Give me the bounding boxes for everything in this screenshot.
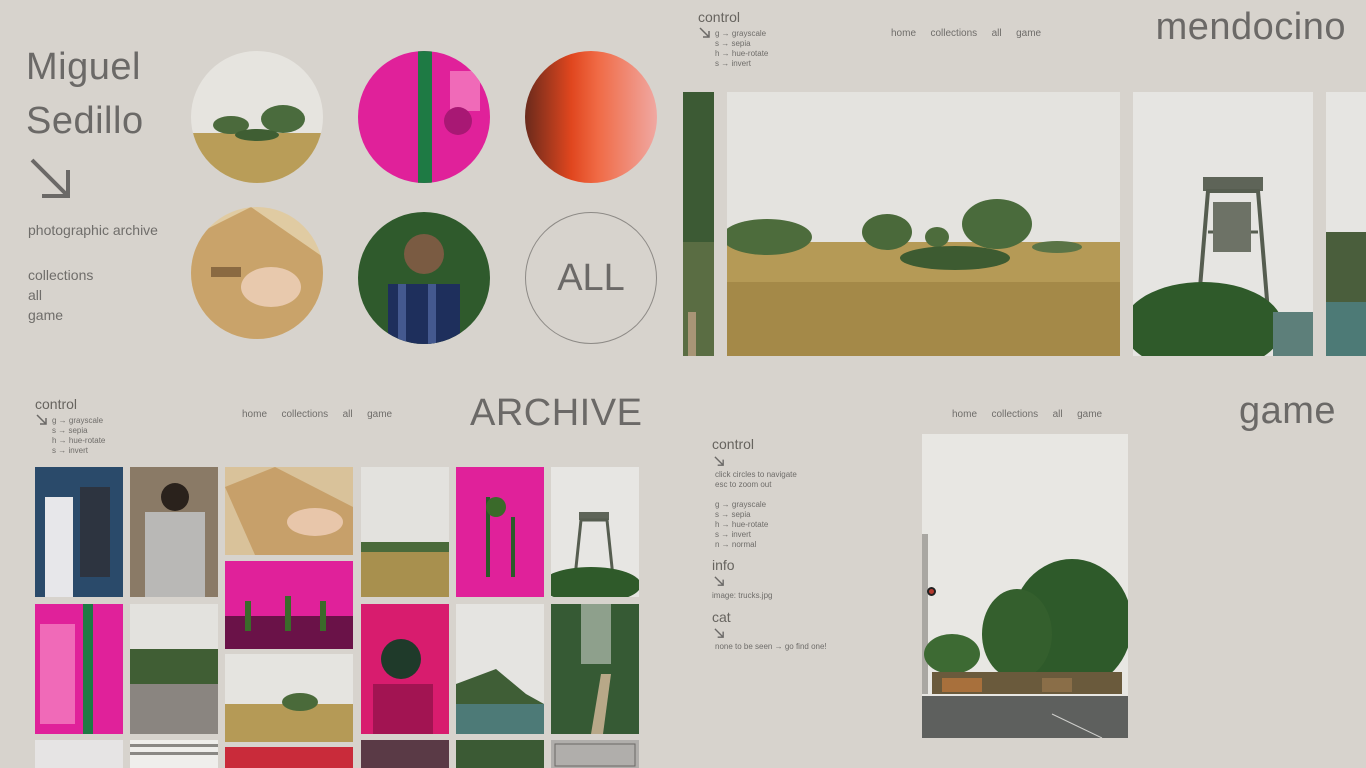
page-title: game: [1238, 390, 1336, 432]
archive-photo[interactable]: [361, 604, 449, 734]
archive-photo[interactable]: [225, 467, 353, 555]
archive-photo[interactable]: [130, 467, 218, 597]
top-nav: home collections all game: [242, 404, 402, 422]
photo-slide-tower[interactable]: [1133, 92, 1313, 356]
nav-collections[interactable]: collections: [991, 409, 1038, 420]
page-title: mendocino: [1155, 6, 1346, 48]
control-list: g → grayscale s → sepia h → hue-rotate s…: [52, 416, 106, 455]
site-subtitle: photographic archive: [28, 222, 158, 238]
control-list: g → grayscale s → sepia h → hue-rotate s…: [715, 29, 769, 68]
photo-slide-partial-left[interactable]: [683, 92, 714, 356]
arrow-down-right-icon: [714, 456, 724, 466]
nav-home[interactable]: home: [891, 28, 916, 39]
nav-all[interactable]: all: [343, 409, 353, 420]
archive-photo[interactable]: [225, 747, 353, 768]
archive-photo[interactable]: [225, 654, 353, 742]
collection-circle-portrait[interactable]: [358, 212, 490, 344]
archive-panel: control g → grayscale s → sepia h → hue-…: [0, 384, 683, 768]
page-title: ARCHIVE: [470, 392, 643, 434]
archive-photo[interactable]: [456, 740, 544, 768]
nav-game[interactable]: game: [367, 409, 392, 420]
archive-photo[interactable]: [130, 740, 218, 768]
control-title: control: [712, 436, 755, 452]
arrow-down-right-icon: [30, 158, 70, 198]
nav-collections[interactable]: collections: [930, 28, 977, 39]
archive-photo[interactable]: [551, 740, 639, 768]
archive-photo[interactable]: [361, 740, 449, 768]
archive-photo[interactable]: [225, 561, 353, 649]
control-title: control: [35, 396, 78, 412]
home-panel: Miguel Sedillo photographic archive coll…: [0, 0, 683, 384]
game-photo-trucks[interactable]: [922, 434, 1128, 738]
info-title: info: [712, 557, 735, 573]
nav-game[interactable]: game: [1016, 28, 1041, 39]
nav-collections[interactable]: collections: [281, 409, 328, 420]
archive-photo[interactable]: [35, 604, 123, 734]
all-circle-button[interactable]: ALL: [525, 212, 657, 344]
nav-home[interactable]: home: [952, 409, 977, 420]
archive-photo[interactable]: [551, 604, 639, 734]
cat-title: cat: [712, 609, 731, 625]
collection-circle-red[interactable]: [525, 51, 657, 183]
nav-all[interactable]: all: [1053, 409, 1063, 420]
archive-photo[interactable]: [456, 467, 544, 597]
control-list: g → grayscale s → sepia h → hue-rotate s…: [715, 500, 769, 549]
arrow-down-right-icon: [36, 414, 47, 425]
collections-link[interactable]: collections: [28, 265, 93, 285]
archive-photo[interactable]: [551, 467, 639, 597]
game-panel: home collections all game game control c…: [683, 384, 1366, 768]
photo-slide-field[interactable]: [727, 92, 1120, 356]
mendocino-panel: control g → grayscale s → sepia h → hue-…: [683, 0, 1366, 384]
collection-circle-field[interactable]: [191, 51, 323, 183]
arrow-down-right-icon: [714, 576, 724, 586]
collection-circle-woodwork[interactable]: [191, 207, 323, 339]
info-text: image: trucks.jpg: [712, 591, 773, 600]
archive-photo[interactable]: [456, 604, 544, 734]
cat-text: none to be seen → go find one!: [715, 642, 827, 651]
author-name-first: Miguel: [26, 46, 141, 88]
navigation-target-icon[interactable]: [927, 587, 936, 596]
game-link[interactable]: game: [28, 305, 63, 325]
collection-circle-greenhouse[interactable]: [358, 51, 490, 183]
top-nav: home collections all game: [891, 23, 1051, 41]
control-hints: click circles to navigate esc to zoom ou…: [715, 470, 797, 489]
control-title: control: [698, 9, 741, 25]
author-name-last: Sedillo: [26, 100, 144, 142]
archive-photo[interactable]: [35, 740, 123, 768]
photo-slide-partial-right[interactable]: [1326, 92, 1366, 356]
nav-game[interactable]: game: [1077, 409, 1102, 420]
archive-photo[interactable]: [361, 467, 449, 597]
top-nav: home collections all game: [952, 404, 1112, 422]
nav-all[interactable]: all: [992, 28, 1002, 39]
arrow-down-right-icon: [714, 628, 724, 638]
arrow-down-right-icon: [699, 27, 710, 38]
archive-photo[interactable]: [35, 467, 123, 597]
all-link[interactable]: all: [28, 285, 42, 305]
archive-photo[interactable]: [130, 604, 218, 734]
nav-home[interactable]: home: [242, 409, 267, 420]
